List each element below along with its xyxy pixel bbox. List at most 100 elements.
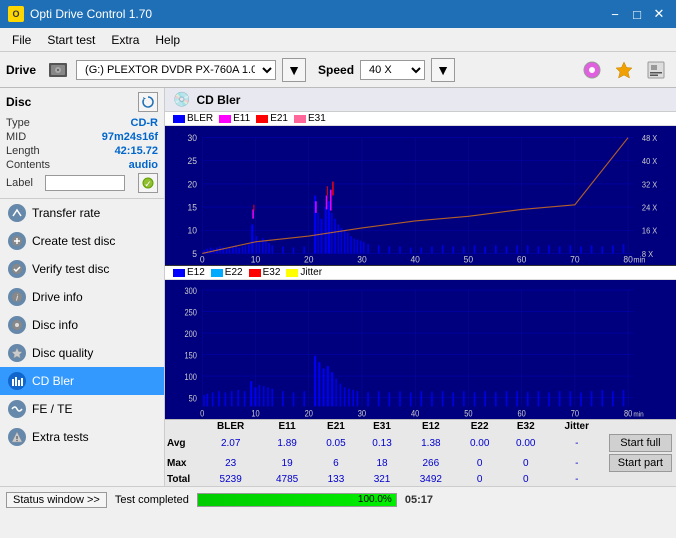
jitter-label: Jitter <box>300 267 322 278</box>
svg-text:80: 80 <box>623 254 633 264</box>
toolbar-icon-3[interactable] <box>642 56 670 84</box>
titlebar-controls: − □ ✕ <box>606 6 668 22</box>
svg-text:40: 40 <box>410 254 420 264</box>
total-label: Total <box>165 473 200 486</box>
minimize-button[interactable]: − <box>606 6 624 22</box>
extra-tests-icon <box>8 428 26 446</box>
start-part-button[interactable]: Start part <box>609 454 672 472</box>
bottom-chart-legend: E12 E22 E32 Jitter <box>165 266 676 280</box>
menu-extra[interactable]: Extra <box>103 31 147 49</box>
start-full-button[interactable]: Start full <box>609 434 672 452</box>
max-bler: 23 <box>200 453 261 473</box>
drive-refresh-button[interactable]: ▼ <box>282 58 306 82</box>
label-edit-button[interactable]: ✓ <box>138 173 158 193</box>
col-e21: E21 <box>313 420 359 433</box>
nav-verify-test-disc-label: Verify test disc <box>32 262 109 276</box>
nav-drive-info-label: Drive info <box>32 290 83 304</box>
bler-label: BLER <box>187 113 213 124</box>
col-e32: E32 <box>503 420 549 433</box>
nav-transfer-rate[interactable]: Transfer rate <box>0 199 164 227</box>
svg-text:min: min <box>633 411 643 419</box>
nav-drive-info[interactable]: i Drive info <box>0 283 164 311</box>
col-e31: E31 <box>359 420 405 433</box>
menu-file[interactable]: File <box>4 31 39 49</box>
svg-text:50: 50 <box>464 254 474 264</box>
total-e11: 4785 <box>261 473 313 486</box>
total-jitter: - <box>549 473 605 486</box>
top-chart-svg: 30 25 20 15 10 5 0 10 20 30 40 50 60 70 … <box>165 126 676 265</box>
col-e11: E11 <box>261 420 313 433</box>
avg-label: Avg <box>165 433 200 453</box>
e32-label: E32 <box>263 267 281 278</box>
svg-text:50: 50 <box>189 394 198 404</box>
disc-section: Disc Type CD-R MID 97m24s16f Length 42:1… <box>0 88 164 199</box>
status-text: Test completed <box>115 494 189 506</box>
drive-select[interactable]: (G:) PLEXTOR DVDR PX-760A 1.07 <box>76 60 276 80</box>
nav-disc-info[interactable]: Disc info <box>0 311 164 339</box>
nav-create-test-disc[interactable]: Create test disc <box>0 227 164 255</box>
disc-refresh-button[interactable] <box>138 92 158 112</box>
nav-disc-quality[interactable]: Disc quality <box>0 339 164 367</box>
menubar: File Start test Extra Help <box>0 28 676 52</box>
menu-starttest[interactable]: Start test <box>39 31 103 49</box>
status-window-button[interactable]: Status window >> <box>6 492 107 508</box>
svg-text:150: 150 <box>185 351 198 361</box>
label-input[interactable] <box>45 175 125 191</box>
svg-text:0: 0 <box>200 254 205 264</box>
nav-fe-te[interactable]: FE / TE <box>0 395 164 423</box>
disc-contents-row: Contents audio <box>6 158 158 172</box>
avg-e11: 1.89 <box>261 433 313 453</box>
content-area: 💿 CD Bler BLER E11 E21 E31 <box>165 88 676 486</box>
nav-fe-te-label: FE / TE <box>32 402 72 416</box>
legend-jitter: Jitter <box>286 267 322 278</box>
toolbar-icon-2[interactable] <box>610 56 638 84</box>
e11-color <box>219 115 231 123</box>
menu-help[interactable]: Help <box>147 31 188 49</box>
nav-extra-tests[interactable]: Extra tests <box>0 423 164 451</box>
e31-label: E31 <box>308 113 326 124</box>
nav-create-test-disc-label: Create test disc <box>32 234 115 248</box>
stats-avg-row: Avg 2.07 1.89 0.05 0.13 1.38 0.00 0.00 -… <box>165 433 676 453</box>
svg-text:10: 10 <box>251 409 260 419</box>
col-bler: BLER <box>200 420 261 433</box>
speed-dropdown-button[interactable]: ▼ <box>431 58 455 82</box>
chart-title-bar: 💿 CD Bler <box>165 88 676 112</box>
stats-total-row: Total 5239 4785 133 321 3492 0 0 - <box>165 473 676 486</box>
status-time: 05:17 <box>405 494 433 506</box>
mid-value: 97m24s16f <box>102 131 158 143</box>
svg-text:40: 40 <box>411 409 420 419</box>
legend-e22: E22 <box>211 267 243 278</box>
svg-text:✓: ✓ <box>144 179 152 189</box>
type-value: CD-R <box>131 117 159 129</box>
disc-length-row: Length 42:15.72 <box>6 144 158 158</box>
svg-text:30: 30 <box>357 254 367 264</box>
avg-e32: 0.00 <box>503 433 549 453</box>
svg-text:i: i <box>16 294 18 303</box>
contents-label: Contents <box>6 159 50 171</box>
max-jitter: - <box>549 453 605 473</box>
nav-transfer-rate-label: Transfer rate <box>32 206 100 220</box>
svg-text:24 X: 24 X <box>642 203 658 212</box>
nav-verify-test-disc[interactable]: Verify test disc <box>0 255 164 283</box>
max-e22: 0 <box>457 453 503 473</box>
svg-text:8 X: 8 X <box>642 250 654 259</box>
progress-label: 100.0% <box>358 494 392 505</box>
svg-text:20: 20 <box>304 254 314 264</box>
jitter-color <box>286 269 298 277</box>
toolbar-icon-1[interactable] <box>578 56 606 84</box>
svg-text:32 X: 32 X <box>642 180 658 189</box>
close-button[interactable]: ✕ <box>650 6 668 22</box>
nav-cd-bler[interactable]: CD Bler <box>0 367 164 395</box>
speed-select[interactable]: 40 X <box>360 60 425 80</box>
svg-text:15: 15 <box>187 202 197 212</box>
total-e21: 133 <box>313 473 359 486</box>
svg-text:20: 20 <box>305 409 314 419</box>
maximize-button[interactable]: □ <box>628 6 646 22</box>
svg-text:16 X: 16 X <box>642 226 658 235</box>
stats-header-row: BLER E11 E21 E31 E12 E22 E32 Jitter <box>165 420 676 433</box>
disc-quality-icon <box>8 344 26 362</box>
col-jitter: Jitter <box>549 420 605 433</box>
bler-color <box>173 115 185 123</box>
svg-text:50: 50 <box>464 409 473 419</box>
e22-color <box>211 269 223 277</box>
